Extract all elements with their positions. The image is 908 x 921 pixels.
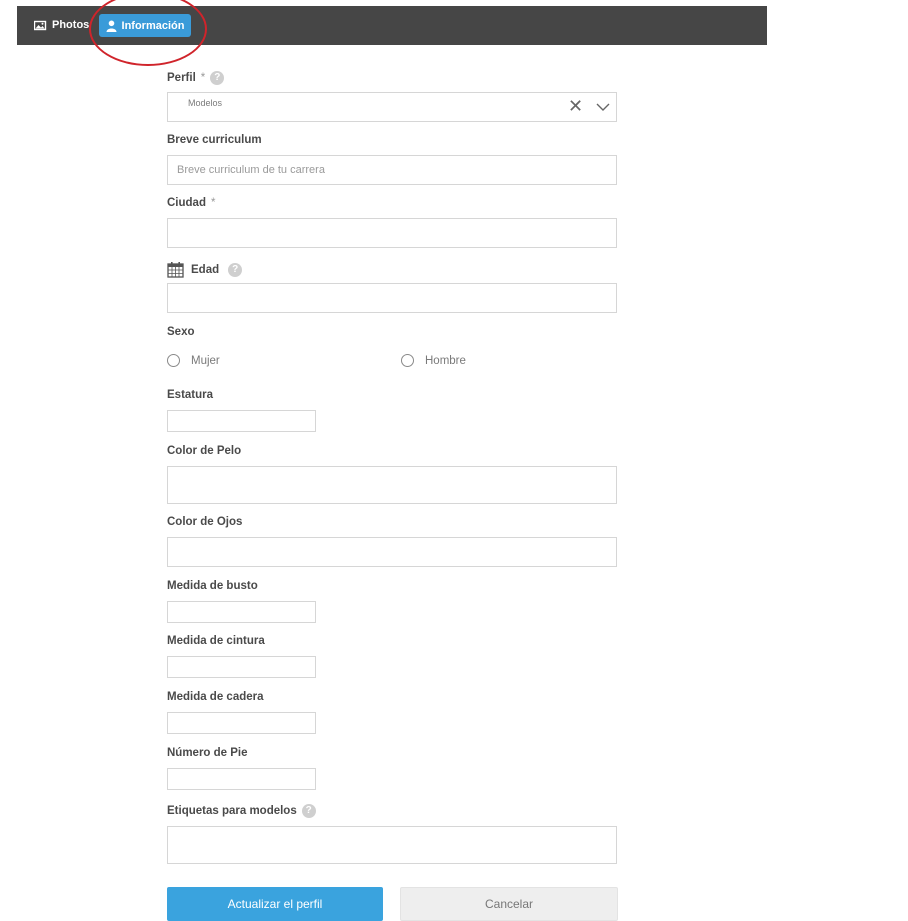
- numero-pie-input[interactable]: [167, 768, 316, 790]
- user-icon: [106, 20, 117, 32]
- ciudad-label-text: Ciudad: [167, 197, 206, 209]
- required-mark: *: [200, 72, 206, 84]
- color-pelo-label: Color de Pelo: [167, 445, 241, 457]
- perfil-label: Perfil * ?: [167, 71, 225, 85]
- perfil-select[interactable]: Modelos ✕: [167, 92, 617, 122]
- perfil-label-text: Perfil: [167, 72, 196, 84]
- help-icon[interactable]: ?: [210, 71, 225, 85]
- sexo-label: Sexo: [167, 326, 195, 338]
- numero-pie-label: Número de Pie: [167, 747, 248, 759]
- update-profile-button[interactable]: Actualizar el perfil: [167, 887, 383, 921]
- clear-icon[interactable]: ✕: [568, 96, 583, 116]
- etiquetas-input[interactable]: [167, 826, 617, 864]
- edad-label-text: Edad: [191, 263, 220, 276]
- help-icon[interactable]: ?: [301, 804, 316, 818]
- breve-curriculum-label-text: Breve curriculum: [167, 134, 262, 146]
- ciudad-label: Ciudad *: [167, 197, 215, 209]
- medida-cintura-label: Medida de cintura: [167, 635, 265, 647]
- tab-photos-label: Photos: [52, 19, 90, 31]
- color-ojos-input[interactable]: [167, 537, 617, 567]
- color-pelo-input[interactable]: [167, 466, 617, 504]
- color-pelo-label-text: Color de Pelo: [167, 445, 242, 457]
- required-mark: *: [210, 197, 216, 209]
- radio-hombre[interactable]: Hombre: [401, 354, 466, 367]
- ciudad-input[interactable]: [167, 218, 617, 248]
- numero-pie-label-text: Número de Pie: [167, 747, 248, 759]
- calendar-icon: [167, 261, 184, 278]
- radio-mujer-label: Mujer: [191, 354, 220, 367]
- medida-cintura-input[interactable]: [167, 656, 316, 678]
- color-ojos-label-text: Color de Ojos: [167, 516, 243, 528]
- breve-curriculum-input[interactable]: [167, 155, 617, 185]
- medida-busto-label-text: Medida de busto: [167, 580, 258, 592]
- estatura-label-text: Estatura: [167, 389, 214, 401]
- estatura-input[interactable]: [167, 410, 316, 432]
- medida-cadera-label: Medida de cadera: [167, 691, 264, 703]
- breve-curriculum-label: Breve curriculum: [167, 134, 262, 146]
- etiquetas-label-text: Etiquetas para modelos: [167, 805, 297, 817]
- color-ojos-label: Color de Ojos: [167, 516, 242, 528]
- estatura-label: Estatura: [167, 389, 213, 401]
- medida-cadera-input[interactable]: [167, 712, 316, 734]
- perfil-selected-value: Modelos: [188, 98, 223, 108]
- edad-input[interactable]: [167, 283, 617, 313]
- help-icon[interactable]: ?: [228, 262, 243, 277]
- edad-label: Edad ?: [167, 261, 243, 278]
- radio-mujer[interactable]: Mujer: [167, 354, 220, 367]
- tab-informacion[interactable]: Información: [99, 14, 191, 37]
- chevron-down-icon[interactable]: [596, 99, 610, 117]
- sexo-label-text: Sexo: [167, 326, 195, 338]
- radio-button[interactable]: [167, 354, 180, 367]
- medida-cadera-label-text: Medida de cadera: [167, 691, 264, 703]
- radio-button[interactable]: [401, 354, 414, 367]
- radio-hombre-label: Hombre: [425, 354, 466, 367]
- tab-informacion-label: Información: [121, 19, 185, 32]
- medida-busto-label: Medida de busto: [167, 580, 258, 592]
- image-icon: [34, 20, 47, 31]
- medida-cintura-label-text: Medida de cintura: [167, 635, 265, 647]
- medida-busto-input[interactable]: [167, 601, 316, 623]
- cancel-button[interactable]: Cancelar: [400, 887, 618, 921]
- top-nav-bar: Photos Información: [17, 6, 767, 45]
- tab-photos[interactable]: Photos: [34, 18, 89, 32]
- etiquetas-label: Etiquetas para modelos ?: [167, 804, 316, 818]
